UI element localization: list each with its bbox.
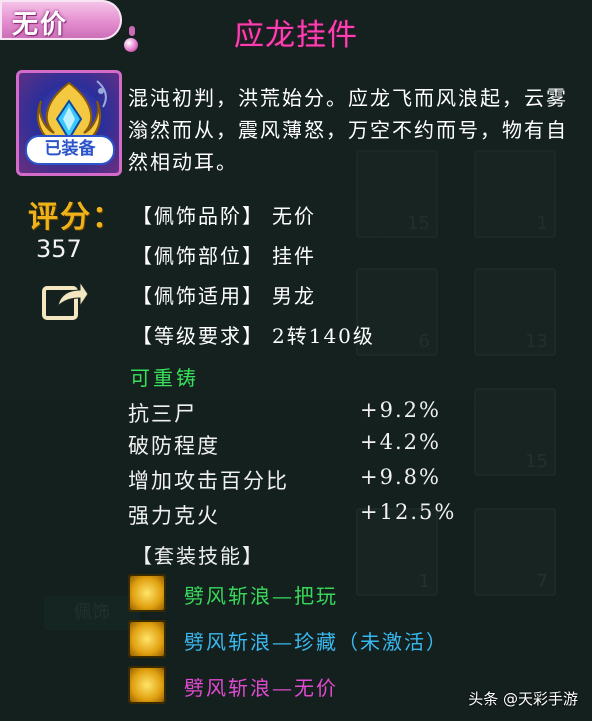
stat-value: +9.8%: [360, 465, 441, 489]
stat-value: +9.2%: [360, 398, 441, 422]
stat-name: 抗三尸: [128, 402, 197, 426]
score-label: 评分：: [28, 200, 124, 235]
attribute-key: 【佩饰品阶】: [132, 204, 264, 228]
set-skill-name: 劈风斩浪—把玩: [184, 584, 338, 608]
attribute-value: 2转140级: [272, 324, 375, 348]
stat-value: +12.5%: [360, 500, 457, 524]
attribute-key: 【佩饰适用】: [132, 284, 264, 308]
stat-name: 增加攻击百分比: [128, 469, 289, 493]
share-icon-graphic: [42, 280, 89, 320]
attribute-row: 【佩饰品阶】 无价: [132, 200, 316, 229]
attribute-row: 【佩饰部位】 挂件: [132, 240, 316, 269]
stat-value: +4.2%: [360, 430, 441, 454]
golden-dragon-icon: [128, 666, 166, 704]
golden-dragon-icon: [128, 620, 166, 658]
watermark: 头条 @天彩手游: [468, 690, 578, 708]
item-name: 应龙挂件: [234, 18, 358, 53]
item-description: 混沌初判，洪荒始分。应龙飞而风浪起，云雾滃然而从，震风薄怒，万空不约而号，物有自…: [128, 86, 568, 174]
set-skill-name: 劈风斩浪—无价: [184, 676, 338, 700]
share-icon[interactable]: [40, 276, 90, 322]
item-tooltip: 无价 应龙挂件 已装备 评分： 357 混沌初判，洪荒始分。应龙飞而风浪起，云雾…: [0, 0, 592, 721]
set-skills-title: 【套装技能】: [132, 544, 264, 568]
attribute-key: 【等级要求】: [132, 324, 264, 348]
stat-name: 强力克火: [128, 504, 220, 528]
score-value: 357: [36, 235, 82, 263]
stat-row: 抗三尸 +9.2%: [128, 398, 439, 428]
attribute-value: 无价: [272, 204, 316, 228]
stat-row: 破防程度 +4.2%: [128, 430, 439, 460]
stat-row: 增加攻击百分比 +9.8%: [128, 465, 439, 495]
dragon-pendant-icon: 已装备: [16, 70, 122, 176]
recast-label: 可重铸: [130, 366, 199, 390]
attribute-key: 【佩饰部位】: [132, 244, 264, 268]
equipped-badge: 已装备: [25, 135, 115, 165]
set-skill-name: 劈风斩浪—珍藏（未激活）: [184, 630, 448, 654]
stat-row: 强力克火 +12.5%: [128, 500, 454, 530]
attribute-value: 男龙: [272, 284, 316, 308]
stat-name: 破防程度: [128, 434, 220, 458]
attribute-row: 【等级要求】 2转140级: [132, 320, 375, 349]
golden-dragon-icon: [128, 574, 166, 612]
attribute-value: 挂件: [272, 244, 316, 268]
attribute-row: 【佩饰适用】 男龙: [132, 280, 316, 309]
